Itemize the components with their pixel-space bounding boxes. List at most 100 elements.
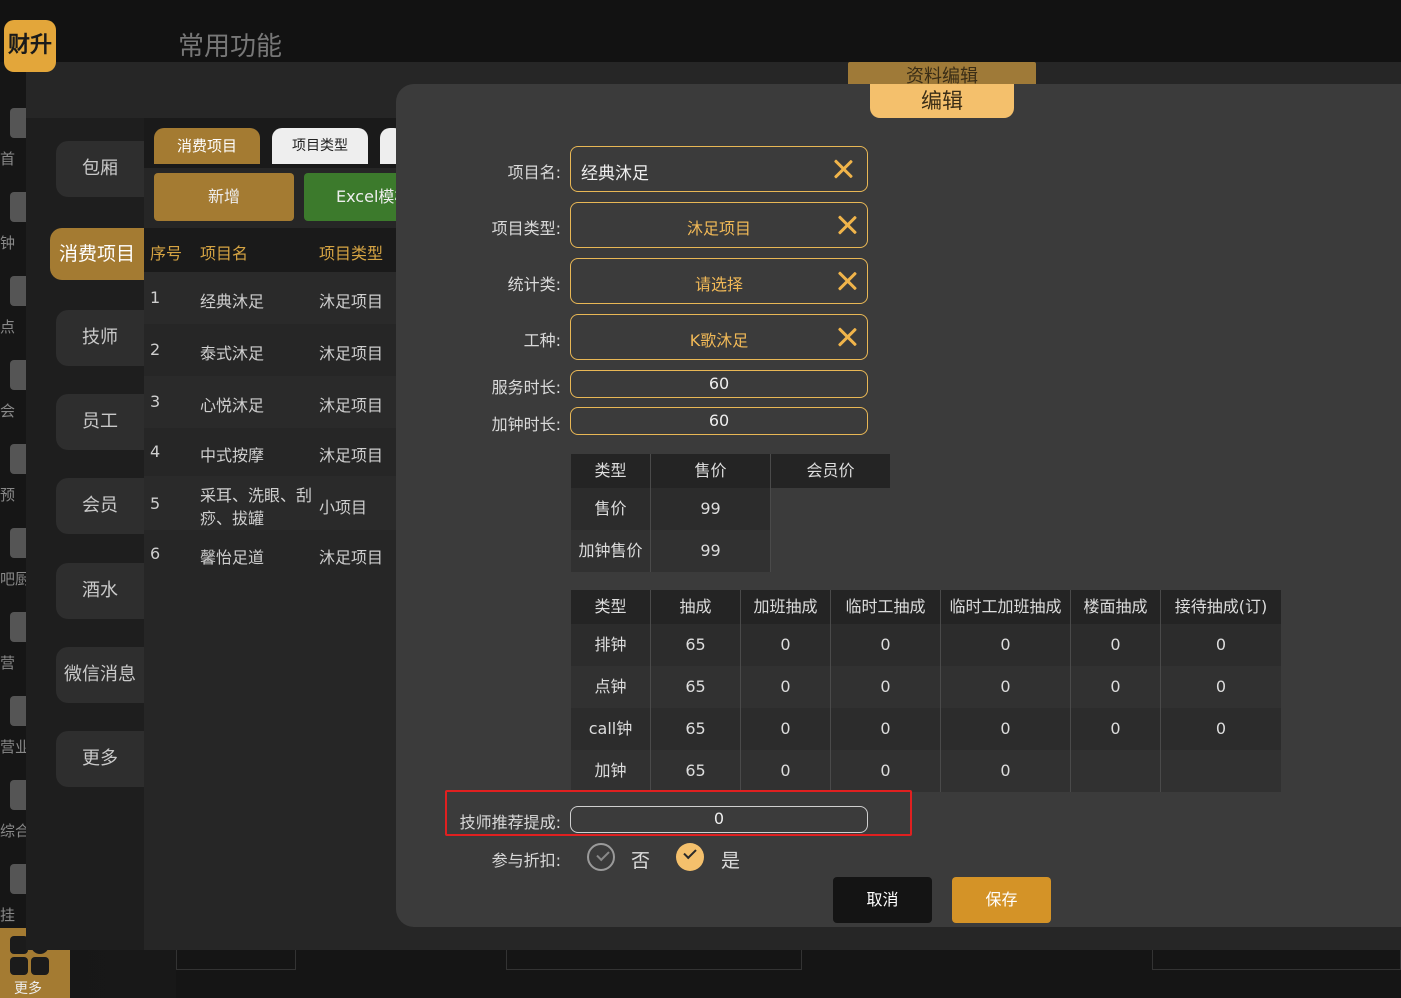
comm-header: 加班抽成 bbox=[741, 590, 831, 624]
excel-template-button[interactable]: Excel模板 bbox=[304, 173, 404, 221]
comm-cell[interactable]: 0 bbox=[1071, 708, 1161, 750]
price-cell[interactable]: 99 bbox=[651, 488, 771, 530]
tab-item-type[interactable]: 项目类型 bbox=[272, 128, 368, 164]
duration-value: 60 bbox=[708, 374, 730, 393]
comm-cell[interactable]: 65 bbox=[651, 666, 741, 708]
clear-icon[interactable] bbox=[832, 158, 854, 180]
row-type: 沐足项目 bbox=[319, 396, 384, 415]
clear-icon[interactable] bbox=[836, 326, 858, 348]
discount-label: 参与折扣: bbox=[491, 851, 561, 870]
comm-cell[interactable]: 0 bbox=[741, 666, 831, 708]
comm-cell[interactable]: 0 bbox=[831, 666, 941, 708]
comm-cell[interactable] bbox=[1161, 750, 1281, 792]
work-select[interactable]: K歌沐足 bbox=[570, 314, 868, 360]
row-name: 泰式沐足 bbox=[200, 344, 265, 363]
clear-icon[interactable] bbox=[836, 214, 858, 236]
app-logo: 财升 bbox=[4, 20, 56, 72]
comm-cell[interactable]: 0 bbox=[941, 708, 1071, 750]
row-no: 3 bbox=[150, 392, 161, 411]
nav-business[interactable]: 营 bbox=[0, 612, 28, 692]
comm-cell[interactable]: 0 bbox=[1161, 708, 1281, 750]
row-no: 4 bbox=[150, 442, 161, 461]
table-row[interactable]: 6 馨怡足道 沐足项目 bbox=[144, 530, 404, 582]
category-drinks[interactable]: 酒水 bbox=[56, 563, 144, 619]
comm-cell[interactable] bbox=[1071, 750, 1161, 792]
discount-no-label: 否 bbox=[631, 850, 651, 872]
price-header: 会员价 bbox=[771, 454, 890, 488]
table-row[interactable]: 3 心悦沐足 沐足项目 bbox=[144, 376, 404, 428]
add-button[interactable]: 新增 bbox=[154, 173, 294, 221]
comm-cell[interactable]: 0 bbox=[741, 708, 831, 750]
category-more[interactable]: 更多 bbox=[56, 731, 144, 787]
duration-input[interactable]: 60 bbox=[570, 370, 868, 398]
category-technician[interactable]: 技师 bbox=[56, 310, 144, 366]
type-value: 沐足项目 bbox=[686, 219, 751, 238]
bottom-slot bbox=[506, 950, 802, 970]
recommend-input[interactable]: 0 bbox=[570, 806, 868, 833]
comm-cell[interactable]: 65 bbox=[651, 750, 741, 792]
comm-cell[interactable]: 0 bbox=[941, 624, 1071, 666]
bottom-slot bbox=[1152, 950, 1401, 970]
nav-member[interactable]: 会 bbox=[0, 360, 28, 440]
table-header: 序号 项目名 项目类型 bbox=[144, 228, 404, 272]
table-row[interactable]: 2 泰式沐足 沐足项目 bbox=[144, 324, 404, 376]
nav-home[interactable]: 首 bbox=[0, 108, 28, 188]
comm-cell[interactable]: 0 bbox=[831, 708, 941, 750]
category-member[interactable]: 会员 bbox=[56, 478, 144, 534]
background-title: 常用功能 bbox=[178, 32, 283, 62]
comm-cell[interactable]: 65 bbox=[651, 624, 741, 666]
comm-cell[interactable]: 65 bbox=[651, 708, 741, 750]
price-header: 类型 bbox=[571, 454, 651, 488]
stat-select[interactable]: 请选择 bbox=[570, 258, 868, 304]
comm-cell[interactable]: 0 bbox=[831, 624, 941, 666]
comm-cell[interactable]: 0 bbox=[941, 666, 1071, 708]
comm-cell: 排钟 bbox=[571, 624, 651, 666]
discount-yes-radio[interactable] bbox=[676, 843, 704, 871]
nav-order[interactable]: 点 bbox=[0, 276, 28, 356]
table-row[interactable]: 1 经典沐足 沐足项目 bbox=[144, 272, 404, 324]
col-name: 项目名 bbox=[200, 244, 249, 263]
discount-no-radio[interactable] bbox=[587, 843, 615, 871]
row-no: 2 bbox=[150, 340, 161, 359]
comm-cell[interactable]: 0 bbox=[1071, 624, 1161, 666]
comm-cell[interactable]: 0 bbox=[941, 750, 1071, 792]
row-name: 中式按摩 bbox=[200, 446, 265, 465]
comm-cell[interactable]: 0 bbox=[1071, 666, 1161, 708]
type-select[interactable]: 沐足项目 bbox=[570, 202, 868, 248]
comm-cell[interactable]: 0 bbox=[741, 624, 831, 666]
row-name: 馨怡足道 bbox=[200, 548, 265, 567]
save-button[interactable]: 保存 bbox=[952, 877, 1051, 923]
row-name: 心悦沐足 bbox=[200, 396, 265, 415]
nav-bell[interactable]: 钟 bbox=[0, 192, 28, 272]
price-cell[interactable]: 99 bbox=[651, 530, 771, 572]
extra-duration-input[interactable]: 60 bbox=[570, 407, 868, 435]
category-consume-items[interactable]: 消费项目 bbox=[50, 228, 144, 280]
category-staff[interactable]: 员工 bbox=[56, 394, 144, 450]
nav-hours[interactable]: 营业 bbox=[0, 696, 30, 776]
name-input[interactable]: 经典沐足 bbox=[570, 146, 868, 192]
table-row[interactable]: 5 采耳、洗眼、刮 痧、拔罐 小项目 bbox=[144, 476, 404, 530]
category-wechat[interactable]: 微信消息 bbox=[56, 647, 144, 703]
comm-cell[interactable]: 0 bbox=[741, 750, 831, 792]
price-header: 售价 bbox=[651, 454, 771, 488]
name-label: 项目名: bbox=[507, 163, 561, 182]
col-type: 项目类型 bbox=[319, 244, 384, 263]
nav-kitchen[interactable]: 吧厨 bbox=[0, 528, 30, 608]
tab-consume-items[interactable]: 消费项目 bbox=[154, 128, 260, 164]
comm-cell[interactable]: 0 bbox=[1161, 624, 1281, 666]
row-name: 采耳、洗眼、刮 bbox=[200, 486, 313, 505]
comm-cell[interactable]: 0 bbox=[1161, 666, 1281, 708]
table-row[interactable]: 4 中式按摩 沐足项目 bbox=[144, 428, 404, 480]
nav-reserve[interactable]: 预 bbox=[0, 444, 28, 524]
price-cell: 加钟售价 bbox=[571, 530, 651, 572]
nav-report[interactable]: 综合 bbox=[0, 780, 30, 860]
category-room[interactable]: 包厢 bbox=[56, 141, 144, 197]
row-type: 沐足项目 bbox=[319, 446, 384, 465]
row-no: 6 bbox=[150, 544, 161, 563]
clear-icon[interactable] bbox=[836, 270, 858, 292]
dialog-title-tab: 编辑 bbox=[870, 84, 1014, 118]
cancel-button[interactable]: 取消 bbox=[833, 877, 932, 923]
comm-cell[interactable]: 0 bbox=[831, 750, 941, 792]
comm-header: 临时工加班抽成 bbox=[941, 590, 1071, 624]
recommend-label: 技师推荐提成: bbox=[459, 813, 561, 832]
